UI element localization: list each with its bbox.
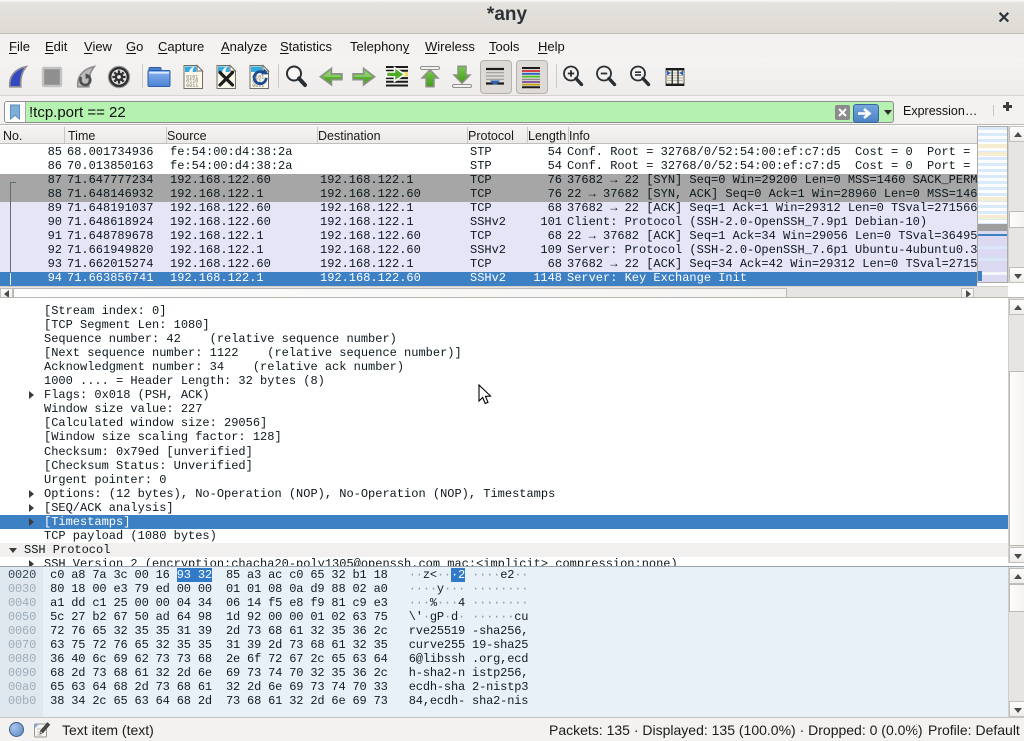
svg-text:0011: 0011 <box>186 83 198 89</box>
